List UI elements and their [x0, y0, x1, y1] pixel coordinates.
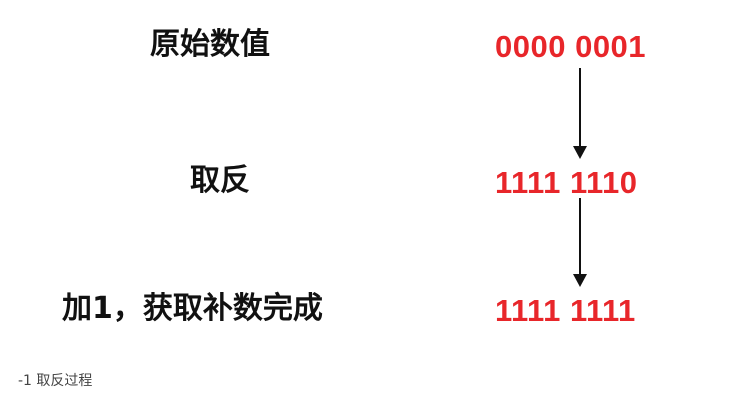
step-label-original: 原始数值 — [150, 27, 270, 62]
arrow-down-icon — [573, 68, 587, 160]
step-label-invert: 取反 — [190, 163, 250, 198]
step-value-invert: 1111 1110 — [495, 165, 638, 200]
step-value-add-one: 1111 1111 — [495, 293, 636, 328]
complement-diagram: 原始数值 0000 0001 取反 1111 1110 加1，获取补数完成 11… — [0, 0, 740, 360]
arrow-down-icon — [573, 198, 587, 290]
step-label-add-one: 加1，获取补数完成 — [62, 291, 323, 326]
step-value-original: 0000 0001 — [495, 29, 647, 64]
figure-caption: -1 取反过程 — [18, 373, 93, 389]
